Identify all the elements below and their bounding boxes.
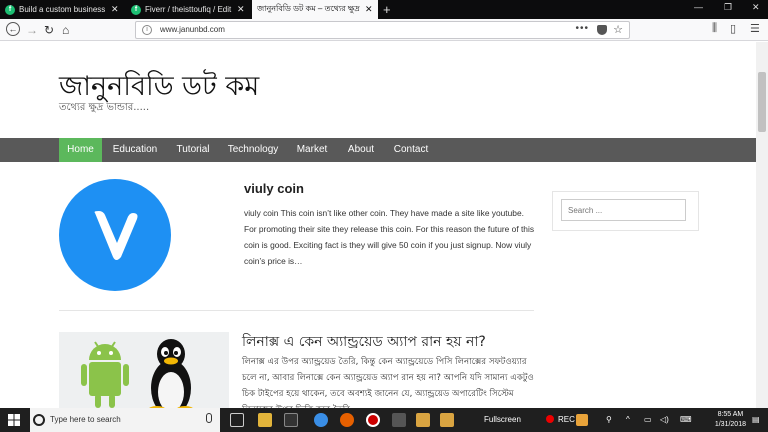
task-view-icon[interactable] (230, 413, 244, 427)
tab-label: Build a custom business word (19, 5, 107, 14)
folder-icon[interactable] (416, 413, 430, 427)
taskbar-search-placeholder: Type here to search (50, 415, 121, 424)
windows-start-icon[interactable] (8, 414, 20, 426)
recorder-icon[interactable] (576, 414, 588, 426)
reload-icon[interactable]: ↻ (44, 22, 54, 38)
sidebar-icon[interactable]: ▯ (730, 22, 736, 35)
file-explorer-icon[interactable] (258, 413, 272, 427)
window-close-icon[interactable]: ✕ (752, 2, 760, 13)
menu-icon[interactable]: ☰ (750, 22, 760, 35)
microphone-icon[interactable] (206, 413, 212, 423)
page-viewport: জানুনবিডি ডট কম তথ্যের ক্ষুদ্র ভান্ডার..… (0, 42, 768, 408)
tray-expand-icon[interactable]: ^ (626, 415, 630, 424)
post-title[interactable]: viuly coin (244, 181, 304, 196)
chrome-icon[interactable] (314, 413, 328, 427)
page-scrollbar[interactable] (756, 42, 768, 408)
home-icon[interactable]: ⌂ (62, 22, 69, 38)
post-excerpt: viuly coin This coin isn’t like other co… (244, 208, 535, 266)
taskbar-search-box[interactable]: Type here to search (30, 408, 220, 432)
post-excerpt: লিনাক্স এর উপর অ্যান্ড্রয়েড তৈরি, কিন্ত… (242, 357, 534, 408)
menu-item-about[interactable]: About (342, 138, 380, 162)
clock-time: 8:55 AM (717, 411, 744, 418)
volume-icon[interactable]: ◁) (660, 415, 669, 424)
library-icon[interactable]: ⫼ (712, 22, 717, 35)
taskbar-clock[interactable]: 8:55 AM 1/31/2018 (715, 410, 746, 430)
firefox-icon[interactable] (340, 413, 354, 427)
people-icon[interactable]: ⚲ (606, 415, 612, 424)
close-icon[interactable]: ✕ (237, 4, 245, 15)
browser-tab-strip: f Build a custom business word ✕ f Fiver… (0, 0, 768, 19)
viuly-coin-logo[interactable] (59, 179, 171, 291)
network-icon[interactable]: ▭ (644, 415, 652, 424)
rec-dot-icon (546, 415, 554, 423)
bookmark-star-icon[interactable]: ☆ (613, 23, 623, 36)
search-input[interactable] (561, 199, 686, 221)
new-tab-icon[interactable]: + (383, 2, 391, 17)
scrollbar-thumb[interactable] (758, 72, 766, 132)
sidebar-search-widget (552, 191, 699, 231)
post-title[interactable]: লিনাক্স এ কেন অ্যান্ড্রয়েড অ্যাপ রান হয… (242, 330, 486, 354)
keyboard-icon[interactable]: ⌨ (680, 415, 692, 424)
rec-label[interactable]: REC (558, 415, 575, 424)
app-icon[interactable] (392, 413, 406, 427)
post-divider (59, 310, 534, 311)
info-icon[interactable]: i (142, 25, 152, 35)
tab-fiverr-edit-gig[interactable]: f Fiverr / theisttoufiq / Edit Gig ✕ (126, 0, 250, 19)
fullscreen-label[interactable]: Fullscreen (484, 415, 521, 424)
forward-icon[interactable]: → (26, 22, 38, 38)
folder-icon[interactable] (440, 413, 454, 427)
minimize-icon[interactable]: — (694, 2, 703, 12)
tab-build-business[interactable]: f Build a custom business word ✕ (0, 0, 124, 19)
url-text: www.janunbd.com (160, 25, 225, 34)
pocket-icon[interactable] (597, 25, 607, 35)
clock-date: 1/31/2018 (714, 421, 746, 428)
restore-icon[interactable]: ❐ (724, 2, 732, 13)
cortana-icon (33, 414, 45, 426)
address-bar[interactable]: i www.janunbd.com ••• ☆ (135, 21, 630, 39)
menu-item-technology[interactable]: Technology (224, 138, 282, 162)
menu-item-contact[interactable]: Contact (390, 138, 432, 162)
site-tagline: তথ্যের ক্ষুদ্র ভান্ডার..... (59, 102, 150, 113)
menu-item-tutorial[interactable]: Tutorial (170, 138, 216, 162)
fiverr-icon: f (131, 4, 141, 15)
windows-taskbar: Type here to search Fullscreen REC ⚲ ^ ▭… (0, 408, 768, 432)
menu-item-market[interactable]: Market (292, 138, 332, 162)
fiverr-icon: f (5, 4, 15, 15)
close-icon[interactable]: ✕ (365, 4, 373, 15)
browser-toolbar: ← → ↻ ⌂ i www.janunbd.com ••• ☆ ⫼ ▯ ☰ (0, 19, 768, 41)
notification-icon[interactable]: ▤ (752, 415, 760, 424)
tab-label: Fiverr / theisttoufiq / Edit Gig (145, 5, 233, 14)
back-icon[interactable]: ← (6, 22, 20, 36)
tab-janunbd[interactable]: জানুনবিডি ডট কম – তথ্যের ক্ষুদ্র ভা ✕ (252, 0, 378, 19)
main-menu: Home Education Tutorial Technology Marke… (0, 138, 756, 162)
tab-label: জানুনবিডি ডট কম – তথ্যের ক্ষুদ্র ভা (257, 4, 361, 13)
menu-item-home[interactable]: Home (59, 138, 102, 162)
terminal-icon[interactable] (284, 413, 298, 427)
android-linux-image[interactable] (59, 332, 229, 408)
close-icon[interactable]: ✕ (111, 4, 119, 15)
page-actions-icon[interactable]: ••• (575, 23, 589, 34)
record-icon[interactable] (366, 413, 380, 427)
menu-item-education[interactable]: Education (108, 138, 162, 162)
